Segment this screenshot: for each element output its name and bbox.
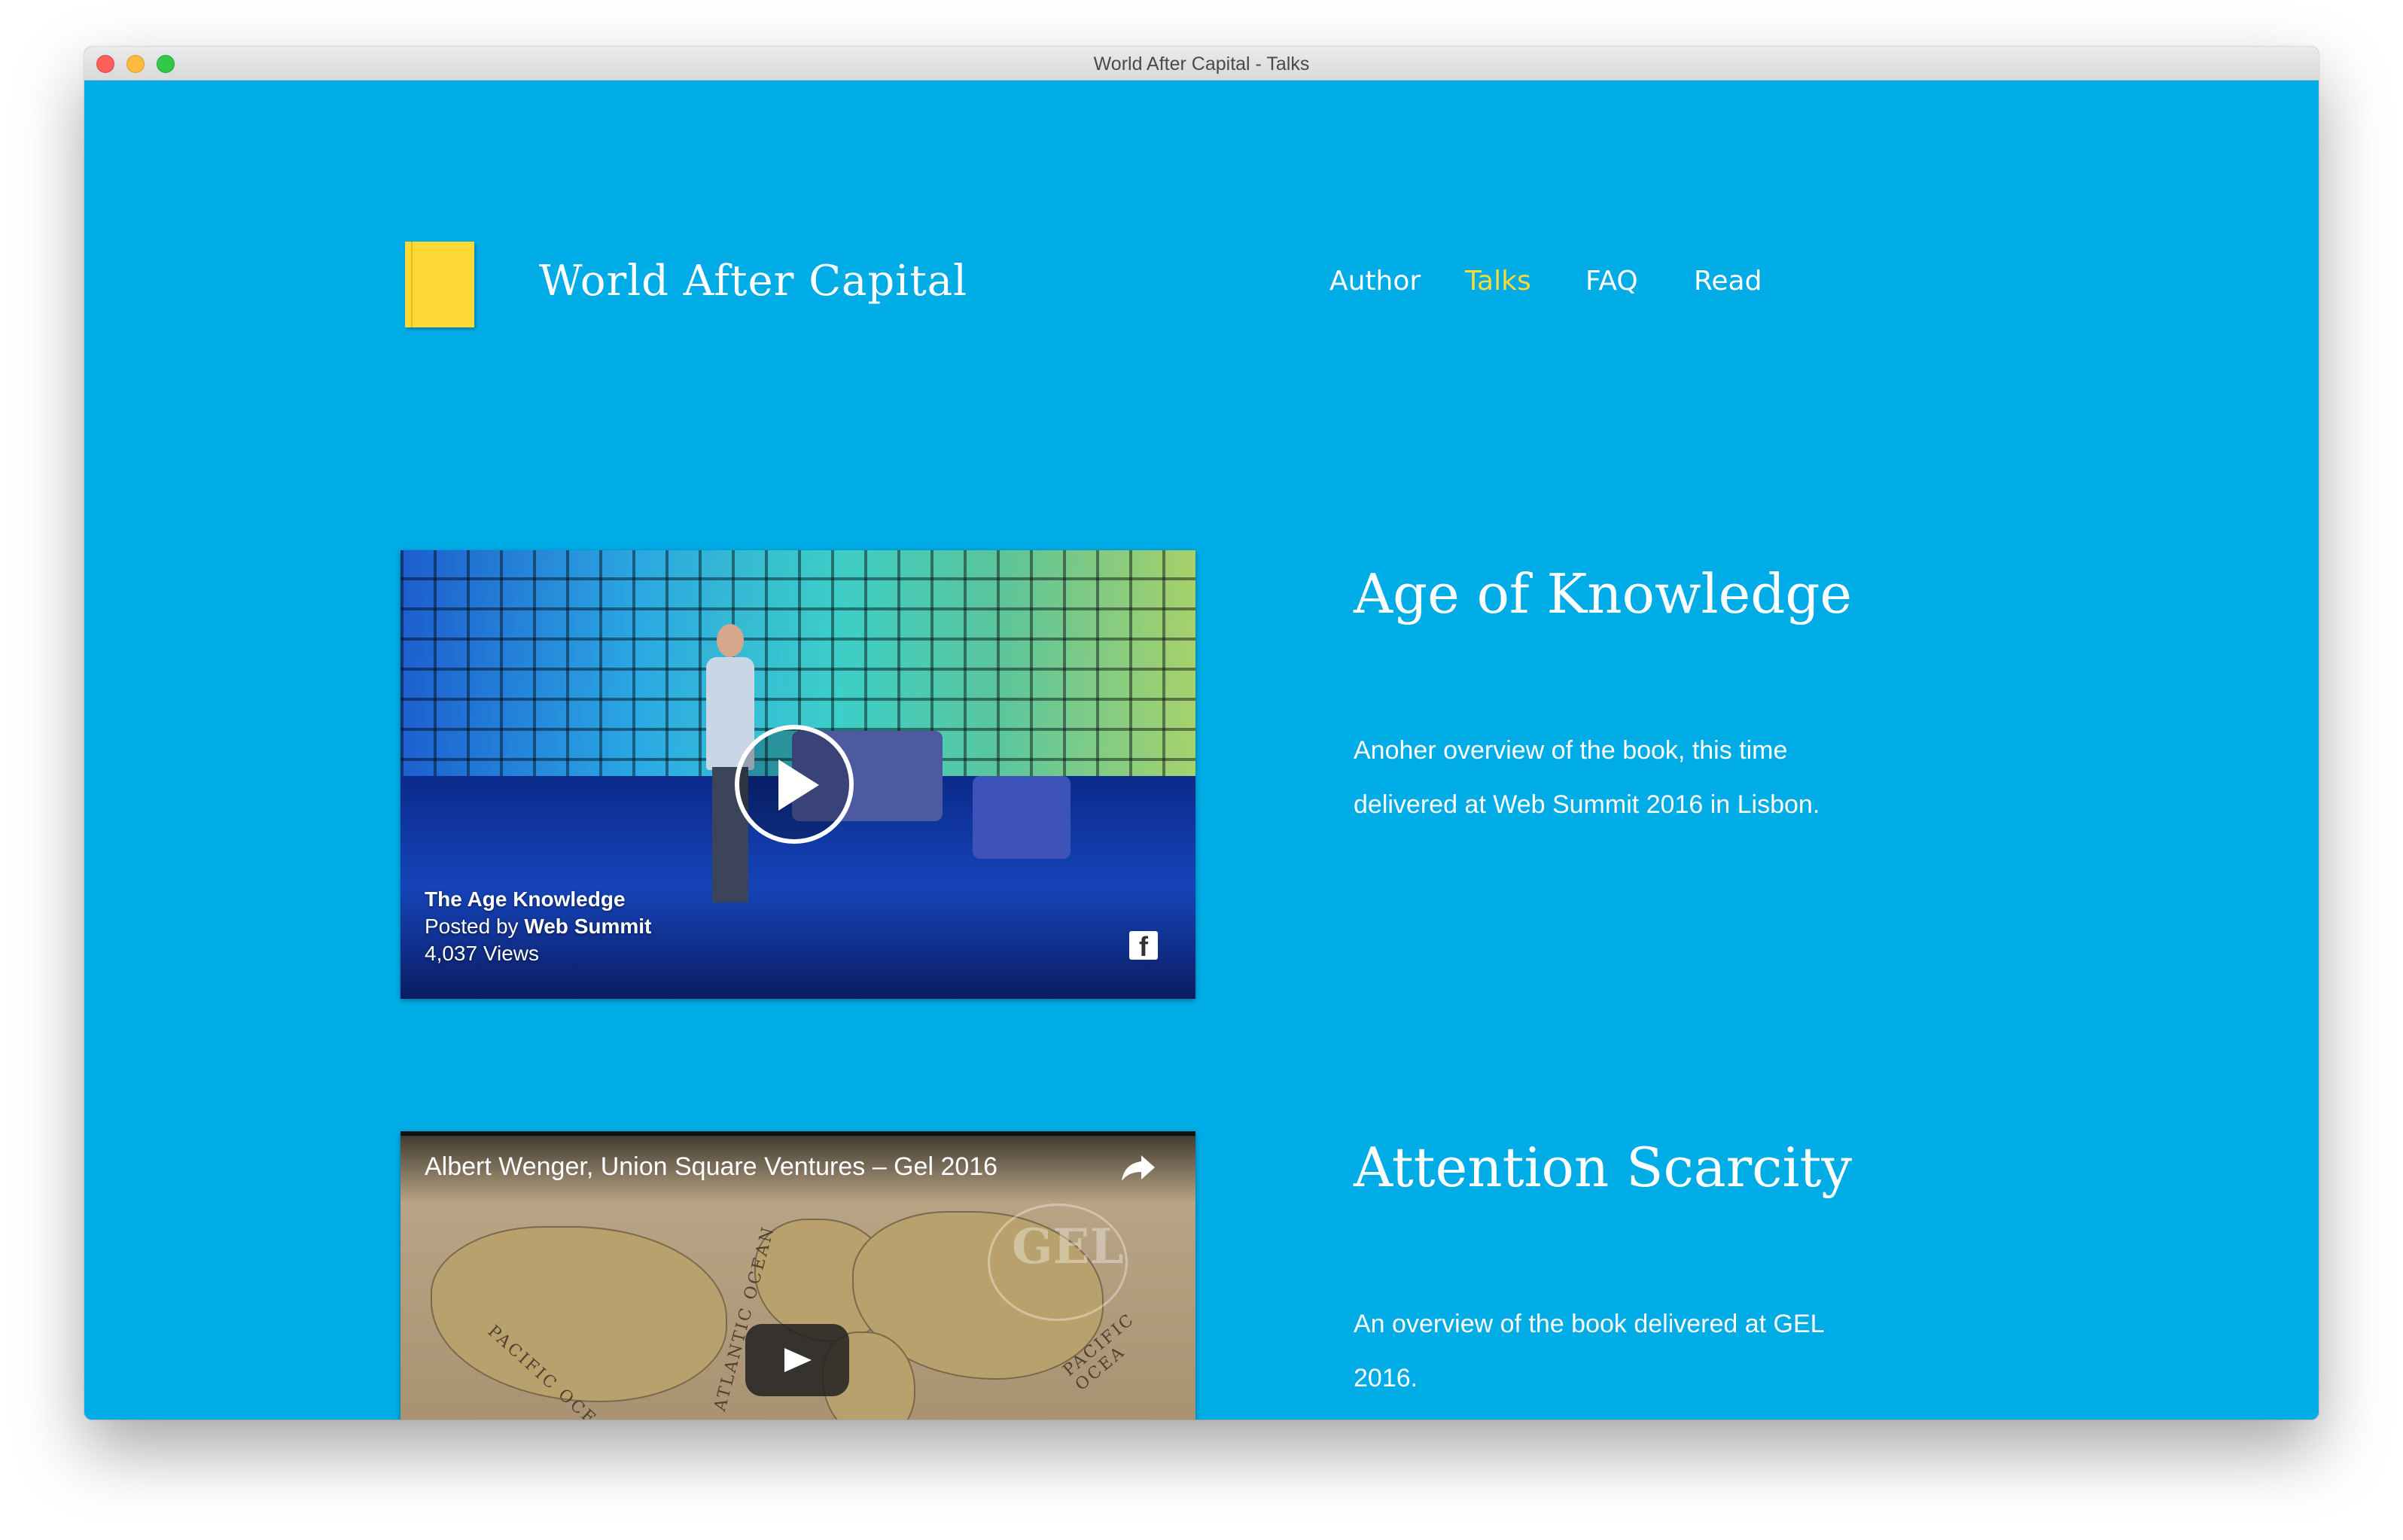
posted-by-link[interactable]: Web Summit — [524, 915, 651, 938]
book-logo-icon[interactable] — [405, 242, 474, 327]
facebook-icon[interactable]: f — [1129, 931, 1158, 961]
window-title: World After Capital - Talks — [1093, 53, 1310, 75]
map-north-america-image — [431, 1226, 727, 1402]
nav-faq[interactable]: FAQ — [1585, 266, 1638, 297]
facebook-video-player[interactable]: The Age Knowledge Posted by Web Summit 4… — [400, 550, 1195, 999]
gel-overlay-text: GEL — [1012, 1219, 1124, 1275]
talk-title: Age of Knowledge — [1354, 562, 1853, 625]
video-title[interactable]: The Age Knowledge — [425, 887, 626, 911]
talk-title: Attention Scarcity — [1354, 1136, 1853, 1199]
page-content[interactable]: World After Capital Author Talks FAQ Rea… — [84, 81, 2319, 1420]
window-titlebar[interactable]: World After Capital - Talks — [84, 47, 2319, 81]
youtube-video-player[interactable]: PACIFIC OCEAN ATLANTIC OCEAN PACIFIC OCE… — [400, 1131, 1195, 1420]
chair-image — [973, 776, 1071, 859]
nav-talks[interactable]: Talks — [1465, 266, 1531, 297]
site-title[interactable]: World After Capital — [539, 257, 967, 306]
posted-by-prefix: Posted by — [425, 915, 519, 938]
share-icon[interactable] — [1120, 1152, 1158, 1182]
video-info: The Age Knowledge Posted by Web Summit 4… — [425, 886, 651, 967]
video-title[interactable]: Albert Wenger, Union Square Ventures – G… — [425, 1152, 997, 1182]
play-icon[interactable] — [735, 725, 854, 844]
browser-window: World After Capital - Talks World After … — [84, 47, 2319, 1420]
nav-read[interactable]: Read — [1694, 266, 1762, 297]
youtube-play-icon[interactable] — [745, 1324, 849, 1396]
video-views: 4,037 Views — [425, 942, 540, 965]
nav-author[interactable]: Author — [1329, 266, 1421, 297]
talk-description: An overview of the book delivered at GEL… — [1354, 1310, 1824, 1392]
talk-description: Anoher overview of the book, this time d… — [1354, 736, 1820, 819]
